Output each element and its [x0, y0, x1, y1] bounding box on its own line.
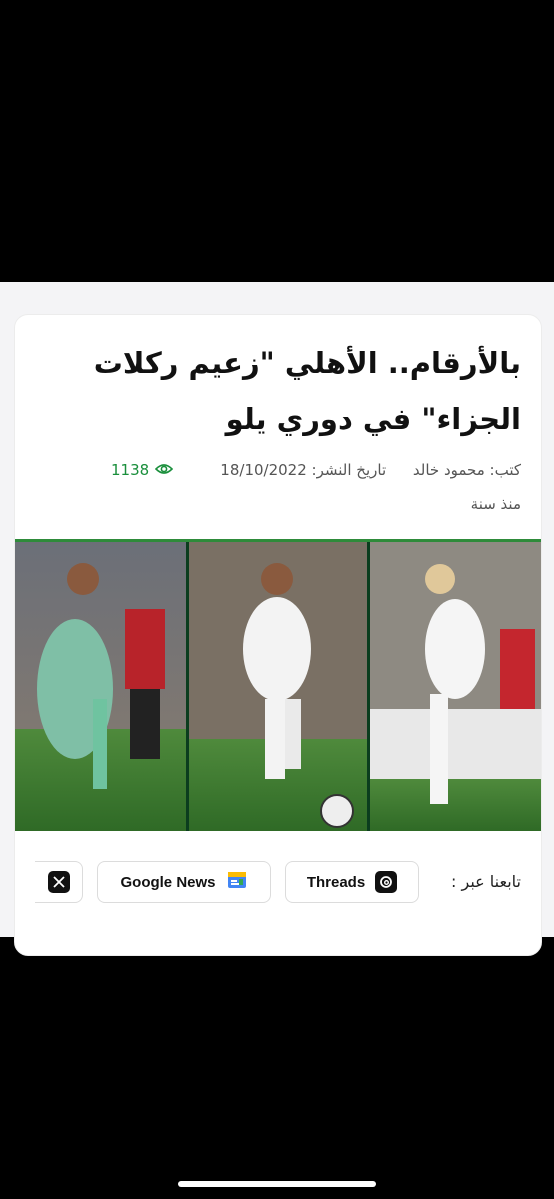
- publish-date: تاريخ النشر: 18/10/2022: [220, 461, 387, 479]
- author[interactable]: كتب: محمود خالد: [413, 461, 521, 479]
- article-title[interactable]: بالأرقام.. الأهلي "زعيم ركلات الجزاء" في…: [31, 335, 521, 447]
- google-news-label: Google News: [120, 873, 216, 891]
- eye-icon: [155, 461, 174, 479]
- threads-icon: [375, 871, 398, 893]
- article-image[interactable]: [15, 539, 541, 831]
- article-card: بالأرقام.. الأهلي "زعيم ركلات الجزاء" في…: [14, 314, 542, 956]
- x-icon: [47, 871, 70, 893]
- follow-bar: تابعنا عبر : Threads Google News: [15, 860, 541, 906]
- top-black-area: [0, 0, 554, 282]
- google-news-icon: [226, 869, 248, 895]
- time-ago: منذ سنة: [470, 495, 521, 513]
- google-news-button[interactable]: Google News: [97, 861, 271, 903]
- views-count: 1138: [111, 461, 150, 479]
- x-button[interactable]: [35, 861, 83, 903]
- follow-label: تابعنا عبر :: [451, 872, 521, 891]
- home-indicator[interactable]: [178, 1181, 376, 1187]
- threads-button[interactable]: Threads: [285, 861, 419, 903]
- article-meta: كتب: محمود خالد تاريخ النشر: 18/10/2022: [220, 461, 521, 479]
- views-counter: 1138: [111, 461, 174, 479]
- threads-label: Threads: [306, 873, 366, 891]
